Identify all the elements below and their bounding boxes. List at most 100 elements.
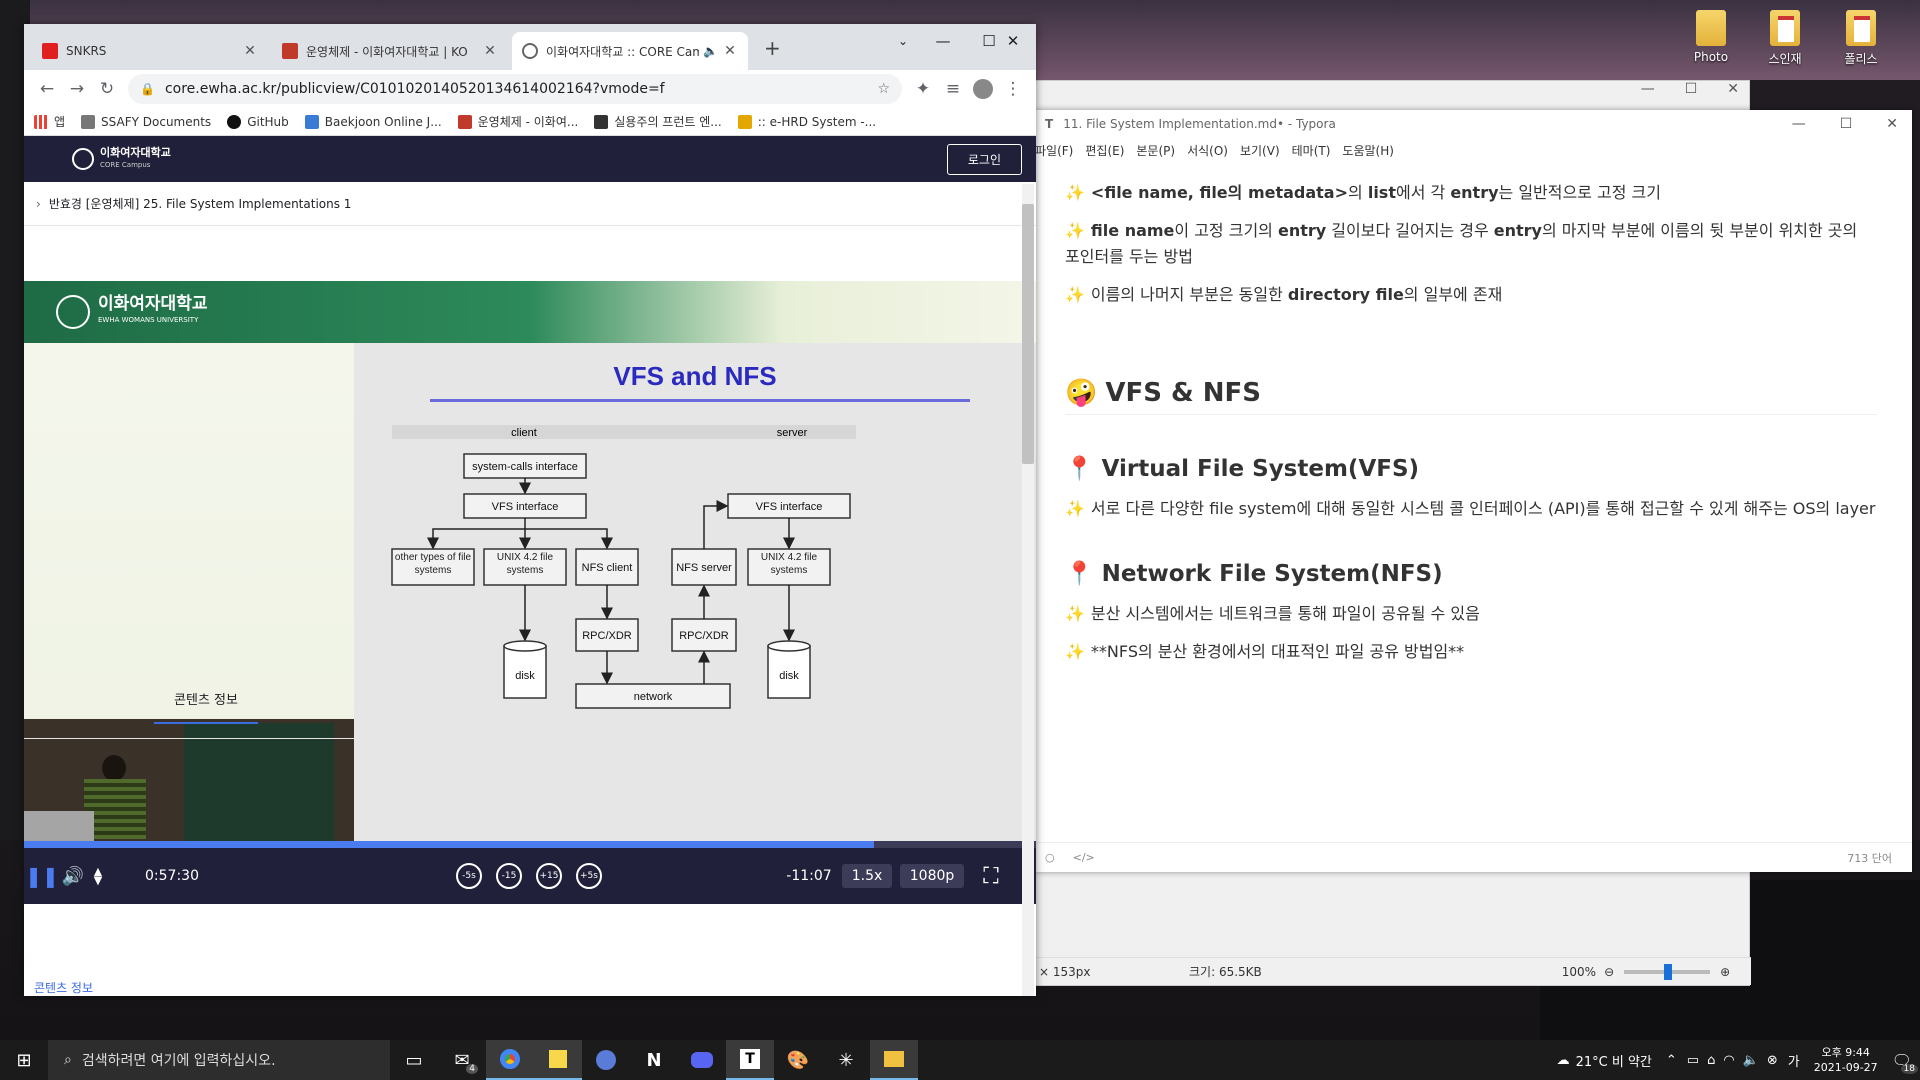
reading-list-icon[interactable]: ≡ [938, 74, 968, 104]
menu-file[interactable]: 파일(F) [1035, 142, 1073, 159]
menu-format[interactable]: 서식(O) [1187, 142, 1228, 159]
close-icon[interactable]: ✕ [990, 24, 1036, 58]
forward-icon[interactable]: → [62, 74, 92, 104]
bookmark-frontend[interactable]: 실용주의 프런트 엔... [594, 113, 722, 130]
minimize-icon[interactable]: — [1792, 116, 1806, 132]
vfs-desc: 서로 다른 다양한 file system에 대해 동일한 시스템 콜 인터페이… [1090, 499, 1876, 518]
cloud-app-icon[interactable] [582, 1040, 630, 1080]
zoom-in-icon[interactable]: ⊕ [1720, 965, 1730, 979]
ewha-logo-icon[interactable] [72, 148, 94, 170]
chevron-up-icon[interactable]: ⌃ [1666, 1053, 1677, 1068]
outline-toggle-icon[interactable]: ○ [1045, 851, 1055, 864]
bookmark-os[interactable]: 운영체제 - 이화여... [457, 113, 578, 130]
fullscreen-icon[interactable]: ⛶ [976, 848, 1006, 904]
clock[interactable]: 오후 9:44 2021-09-27 [1814, 1045, 1878, 1075]
new-tab-button[interactable]: + [764, 36, 781, 60]
volume-toggle-icon[interactable]: ▲ ▼ [90, 848, 106, 904]
wifi-icon[interactable]: ◠ [1723, 1053, 1734, 1068]
battery-icon[interactable]: ▭ [1687, 1053, 1699, 1068]
video-progress-bar[interactable] [24, 841, 1036, 848]
slack-icon[interactable]: ✳ [822, 1040, 870, 1080]
desktop-icon-photo[interactable]: Photo [1676, 10, 1746, 64]
typora-taskbar-icon[interactable]: T [726, 1040, 774, 1080]
forward-5-icon[interactable]: +5s [574, 848, 604, 904]
discord-icon[interactable] [678, 1040, 726, 1080]
tab-snkrs[interactable]: SNKRS ✕ [32, 32, 268, 70]
sticky-notes-icon[interactable] [534, 1040, 582, 1080]
profile-avatar[interactable] [968, 74, 998, 104]
rewind-5-icon[interactable]: -5s [454, 848, 484, 904]
file-explorer-icon[interactable] [870, 1040, 918, 1080]
menu-edit[interactable]: 편집(E) [1085, 142, 1124, 159]
weather-cloud-icon[interactable]: ☁ [1557, 1053, 1570, 1068]
close-circle-icon[interactable]: ⊗ [1767, 1053, 1778, 1068]
weather-text[interactable]: 21°C 비 약간 [1576, 1051, 1652, 1070]
desktop-icon-folder-2[interactable]: 스인재 [1750, 10, 1820, 67]
chevron-right-icon[interactable]: › [36, 197, 41, 211]
bookmark-apps[interactable]: 앱 [34, 113, 65, 130]
source-mode-icon[interactable]: </> [1073, 851, 1095, 864]
forward-15-icon[interactable]: +15 [534, 848, 564, 904]
chrome-window[interactable]: SNKRS ✕ 운영체제 - 이화여자대학교 | KO ✕ 이화여자대학교 :: C… [24, 24, 1036, 996]
rewind-15-icon[interactable]: -15 [494, 848, 524, 904]
close-tab-icon[interactable]: ✕ [722, 43, 738, 59]
chrome-taskbar-icon[interactable] [486, 1040, 534, 1080]
tab-core-campus[interactable]: 이화여자대학교 :: CORE Cam 🔈 ✕ [512, 32, 748, 70]
network-icon[interactable]: ⌂ [1707, 1053, 1715, 1068]
notifications-icon[interactable]: 🗨 18 [1892, 1051, 1918, 1074]
bookmark-star-icon[interactable]: ☆ [877, 81, 890, 97]
paint-icon[interactable]: 🎨 [774, 1040, 822, 1080]
bookmark-ehrd[interactable]: :: e-HRD System -... [737, 114, 876, 129]
tab-kocw[interactable]: 운영체제 - 이화여자대학교 | KO ✕ [272, 32, 508, 70]
zoom-out-icon[interactable]: ⊖ [1604, 965, 1614, 979]
minimize-icon[interactable]: — [920, 24, 966, 58]
ime-icon[interactable]: 가 [1788, 1051, 1800, 1070]
pushpin-icon: 📍 [1065, 561, 1094, 587]
maximize-icon[interactable]: ☐ [1685, 81, 1698, 101]
bookmark-github[interactable]: GitHub [227, 114, 289, 129]
bookmark-baekjoon[interactable]: Baekjoon Online J... [304, 114, 442, 129]
reload-icon[interactable]: ↻ [92, 74, 122, 104]
close-icon[interactable]: ✕ [1886, 116, 1898, 132]
page-scrollbar[interactable] [1022, 184, 1034, 996]
video-frame[interactable]: 이화여자대학교 EWHA WOMANS UNIVERSITY VFS and N… [24, 281, 1036, 841]
address-bar[interactable]: 🔒 core.ewha.ac.kr/publicview/C0101020140… [128, 74, 902, 104]
speed-button[interactable]: 1.5x [841, 848, 893, 904]
quality-button[interactable]: 1080p [899, 848, 965, 904]
mail-icon[interactable]: ✉ 4 [438, 1040, 486, 1080]
close-icon[interactable]: ✕ [1727, 81, 1739, 101]
tab-content-info[interactable]: 콘텐츠 정보 [154, 674, 258, 724]
speaker-icon[interactable]: 🔈 [703, 44, 718, 58]
minimize-icon[interactable]: — [1641, 81, 1655, 101]
menu-theme[interactable]: 테마(T) [1292, 142, 1331, 159]
typora-logo-icon: T [1045, 117, 1054, 131]
pause-icon[interactable]: ❚❚ [25, 848, 59, 904]
video-player[interactable]: 이화여자대학교 EWHA WOMANS UNIVERSITY VFS and N… [24, 281, 1036, 921]
login-button[interactable]: 로그인 [946, 143, 1022, 175]
word-count[interactable]: 713 단어 [1847, 850, 1902, 866]
bookmarks-bar: 앱 SSAFY Documents GitHub Baekjoon Online… [24, 108, 1036, 136]
typora-window[interactable]: T 11. File System Implementation.md• - T… [1035, 110, 1912, 872]
task-view-icon[interactable]: ▭ [390, 1040, 438, 1080]
notion-icon[interactable]: N [630, 1040, 678, 1080]
volume-icon[interactable]: 🔊 [60, 848, 86, 904]
desktop-icon-folder-3[interactable]: 폴리스 [1826, 10, 1896, 67]
menu-help[interactable]: 도움말(H) [1342, 142, 1394, 159]
typora-editor[interactable]: ✨ <file name, file의 metadata>의 list에서 각 e… [1065, 180, 1877, 840]
close-tab-icon[interactable]: ✕ [242, 43, 258, 59]
extensions-icon[interactable]: ✦ [908, 74, 938, 104]
text-rpc-server: RPC/XDR [679, 630, 729, 642]
zoom-slider[interactable] [1624, 963, 1711, 980]
maximize-icon[interactable]: ☐ [1840, 116, 1853, 132]
menu-icon[interactable]: ⋮ [998, 74, 1028, 104]
close-tab-icon[interactable]: ✕ [482, 43, 498, 59]
menu-paragraph[interactable]: 본문(P) [1136, 142, 1175, 159]
bookmark-ssafy[interactable]: SSAFY Documents [81, 114, 211, 129]
back-icon[interactable]: ← [32, 74, 62, 104]
speaker-icon[interactable]: 🔈 [1743, 1053, 1759, 1068]
menu-view[interactable]: 보기(V) [1240, 142, 1280, 159]
windows-start-icon[interactable]: ⊞ [0, 1040, 48, 1080]
url-text[interactable]: core.ewha.ac.kr/publicview/C010102014052… [165, 81, 665, 97]
viewer-statusbar: × 153px 크기: 65.5KB 100% ⊖ ⊕ [1031, 957, 1751, 985]
taskbar-search[interactable]: ⌕ 검색하려면 여기에 입력하십시오. [48, 1040, 390, 1080]
